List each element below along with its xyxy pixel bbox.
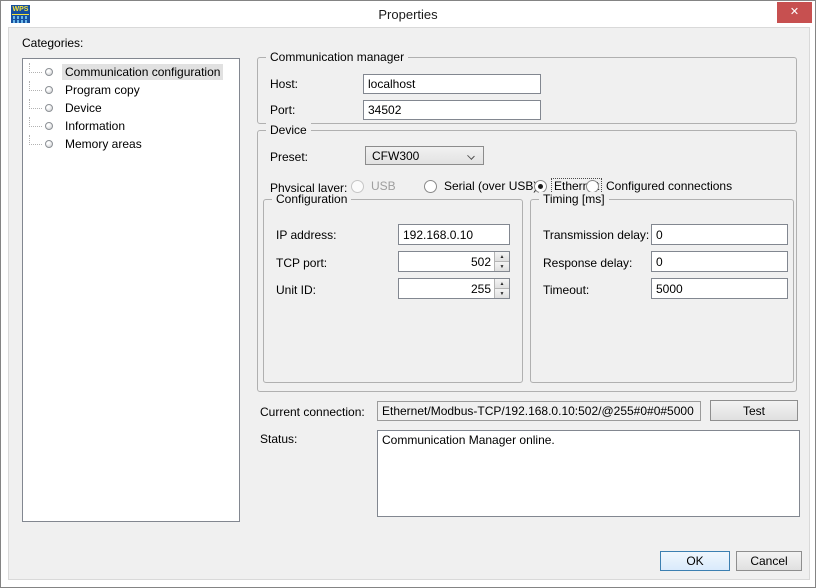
tree-item-label: Program copy bbox=[62, 82, 143, 98]
radio-circle-icon bbox=[586, 180, 599, 193]
device-group-title: Device bbox=[266, 123, 311, 137]
tree-item-label: Device bbox=[62, 100, 105, 116]
tcp-port-input[interactable] bbox=[399, 252, 494, 271]
tree-branch-icon bbox=[29, 81, 42, 91]
chevron-down-icon bbox=[467, 152, 475, 160]
ip-address-label: IP address: bbox=[276, 228, 336, 242]
radio-serial-over-usb[interactable]: Serial (over USB) bbox=[424, 179, 539, 193]
radio-serial-label: Serial (over USB) bbox=[442, 179, 539, 193]
radio-usb-label: USB bbox=[369, 179, 398, 193]
transmission-delay-input[interactable] bbox=[651, 224, 788, 245]
host-input[interactable] bbox=[363, 74, 541, 94]
radio-circle-icon bbox=[351, 180, 364, 193]
spin-up-icon[interactable]: ▲ bbox=[495, 279, 509, 289]
dialog-content: Categories: Communication configuration … bbox=[8, 27, 810, 580]
ip-address-input[interactable] bbox=[398, 224, 510, 245]
ok-button[interactable]: OK bbox=[660, 551, 730, 571]
transmission-delay-label: Transmission delay: bbox=[543, 228, 649, 242]
categories-tree[interactable]: Communication configuration Program copy… bbox=[22, 58, 240, 522]
preset-label: Preset: bbox=[270, 150, 308, 164]
spin-down-icon[interactable]: ▼ bbox=[495, 262, 509, 271]
status-label: Status: bbox=[260, 432, 297, 446]
radio-configured-label: Configured connections bbox=[604, 179, 734, 193]
tcp-port-spinner: ▲ ▼ bbox=[494, 252, 509, 271]
timing-group-title: Timing [ms] bbox=[539, 192, 609, 206]
timing-group: Timing [ms] Transmission delay: Response… bbox=[530, 199, 794, 383]
timeout-input[interactable] bbox=[651, 278, 788, 299]
communication-manager-group-title: Communication manager bbox=[266, 50, 408, 64]
tree-item-label: Information bbox=[62, 118, 128, 134]
tree-item-label: Memory areas bbox=[62, 136, 145, 152]
configuration-group: Configuration IP address: TCP port: ▲ ▼ … bbox=[263, 199, 523, 383]
close-icon: ✕ bbox=[790, 6, 799, 18]
radio-configured-connections[interactable]: Configured connections bbox=[586, 179, 734, 193]
cancel-button[interactable]: Cancel bbox=[736, 551, 802, 571]
port-label: Port: bbox=[270, 103, 295, 117]
tree-item-communication-configuration[interactable]: Communication configuration bbox=[23, 63, 239, 81]
timeout-label: Timeout: bbox=[543, 283, 589, 297]
unit-id-label: Unit ID: bbox=[276, 283, 316, 297]
unit-id-spinner: ▲ ▼ bbox=[494, 279, 509, 298]
unit-id-input[interactable] bbox=[399, 279, 494, 298]
radio-usb: USB bbox=[351, 179, 398, 193]
properties-dialog: WPS Properties ✕ Categories: Communicati… bbox=[0, 0, 816, 588]
tree-item-device[interactable]: Device bbox=[23, 99, 239, 117]
device-group: Device Preset: CFW300 Physical layer: US… bbox=[257, 130, 797, 392]
configuration-group-title: Configuration bbox=[272, 192, 351, 206]
tree-item-program-copy[interactable]: Program copy bbox=[23, 81, 239, 99]
current-connection-label: Current connection: bbox=[260, 405, 365, 419]
categories-label: Categories: bbox=[22, 36, 83, 50]
tree-bullet-icon bbox=[45, 104, 53, 112]
current-connection-field: Ethernet/Modbus-TCP/192.168.0.10:502/@25… bbox=[377, 401, 701, 421]
tree-branch-icon bbox=[29, 99, 42, 109]
host-label: Host: bbox=[270, 77, 298, 91]
tree-item-information[interactable]: Information bbox=[23, 117, 239, 135]
tree-item-label: Communication configuration bbox=[62, 64, 223, 80]
radio-circle-icon bbox=[534, 180, 547, 193]
preset-combobox[interactable]: CFW300 bbox=[365, 146, 484, 165]
tree-branch-icon bbox=[29, 63, 42, 73]
response-delay-label: Response delay: bbox=[543, 256, 632, 270]
tcp-port-label: TCP port: bbox=[276, 256, 327, 270]
tree-bullet-icon bbox=[45, 122, 53, 130]
tree-bullet-icon bbox=[45, 140, 53, 148]
radio-circle-icon bbox=[424, 180, 437, 193]
tree-bullet-icon bbox=[45, 86, 53, 94]
tree-item-memory-areas[interactable]: Memory areas bbox=[23, 135, 239, 153]
titlebar[interactable]: WPS Properties ✕ bbox=[2, 2, 814, 27]
port-input[interactable] bbox=[363, 100, 541, 120]
test-button[interactable]: Test bbox=[710, 400, 798, 421]
properties-dialog-screen: WPS Properties ✕ Categories: Communicati… bbox=[0, 0, 816, 588]
window-title: Properties bbox=[2, 2, 814, 27]
tree-branch-icon bbox=[29, 117, 42, 127]
close-button[interactable]: ✕ bbox=[777, 2, 812, 23]
spin-down-icon[interactable]: ▼ bbox=[495, 289, 509, 298]
spin-up-icon[interactable]: ▲ bbox=[495, 252, 509, 262]
tcp-port-spinbox: ▲ ▼ bbox=[398, 251, 510, 272]
status-textarea[interactable]: Communication Manager online. bbox=[377, 430, 800, 517]
tree-branch-icon bbox=[29, 135, 42, 145]
response-delay-input[interactable] bbox=[651, 251, 788, 272]
tree-bullet-icon bbox=[45, 68, 53, 76]
unit-id-spinbox: ▲ ▼ bbox=[398, 278, 510, 299]
communication-manager-group: Communication manager Host: Port: bbox=[257, 57, 797, 124]
preset-combobox-value: CFW300 bbox=[372, 149, 419, 163]
